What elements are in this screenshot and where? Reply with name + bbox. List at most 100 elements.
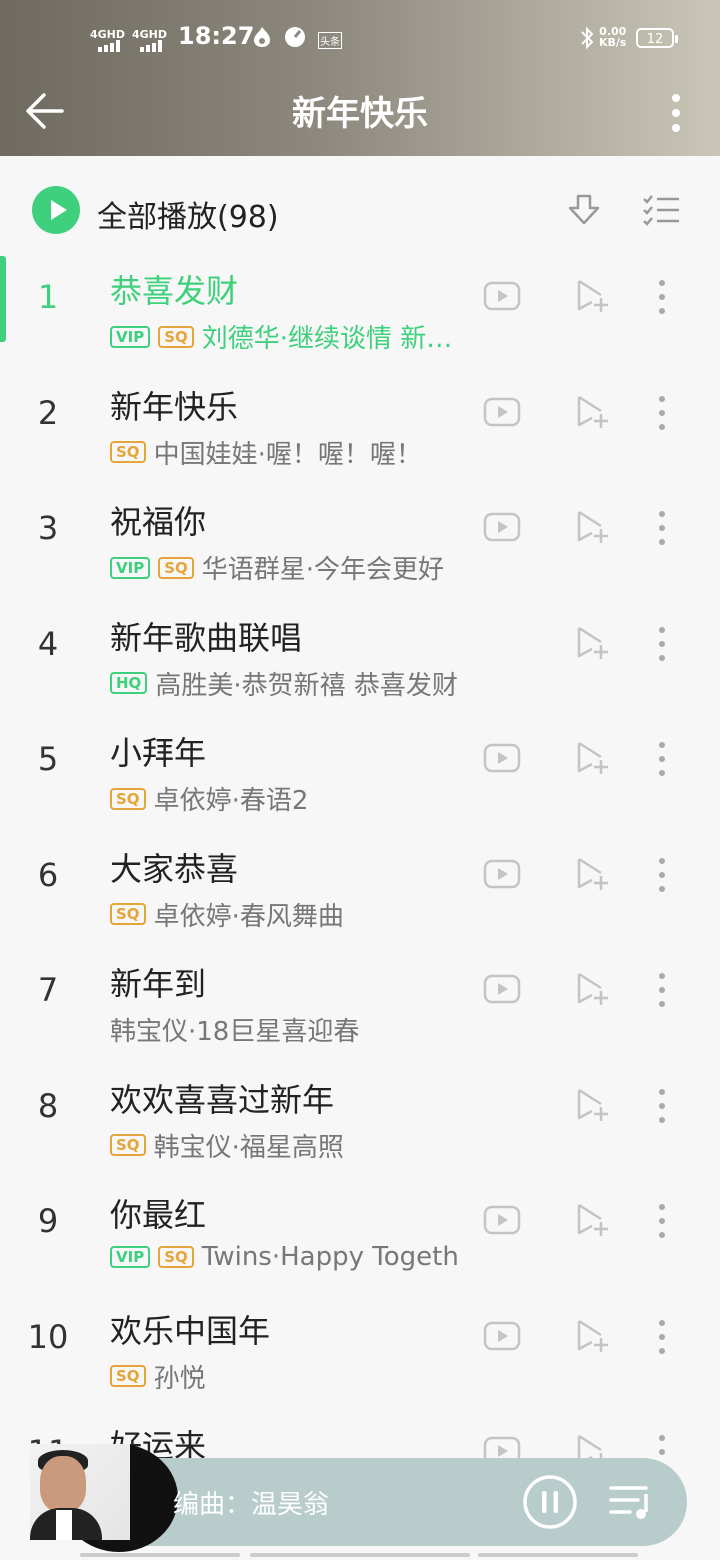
song-number: 2 xyxy=(37,393,59,432)
song-meta: SQ 韩宝仪·福星高照 xyxy=(110,1127,344,1164)
pause-icon[interactable] xyxy=(522,1474,578,1530)
play-all-button[interactable] xyxy=(32,186,80,234)
mv-play-icon[interactable] xyxy=(483,397,521,427)
battery-indicator: 12 xyxy=(636,28,678,48)
song-title: 新年歌曲联唱 xyxy=(110,618,303,657)
song-number: 1 xyxy=(37,278,59,316)
artist-album: 华语群星·今年会更好 xyxy=(201,555,445,585)
song-row[interactable]: 9 你最红 VIP SQ Twins·Happy Togeth… xyxy=(0,1180,720,1296)
header: 4GHD 4GHD 18:27 头条 0.00 KB/s 12 新年快乐 xyxy=(0,0,720,156)
download-icon[interactable] xyxy=(566,192,602,228)
add-to-playlist-icon[interactable] xyxy=(575,394,609,430)
add-to-playlist-icon[interactable] xyxy=(575,740,609,776)
song-row[interactable]: 8 欢欢喜喜过新年 SQ 韩宝仪·福星高照 xyxy=(0,1065,720,1181)
play-all-bar: 全部播放(98) xyxy=(0,156,720,256)
song-number: 8 xyxy=(37,1086,59,1125)
artist-album: 韩宝仪·福星高照 xyxy=(153,1132,344,1163)
playlist-icon[interactable] xyxy=(608,1480,654,1524)
sq-badge: SQ xyxy=(110,787,146,810)
song-row[interactable]: 4 新年歌曲联唱 HQ 高胜美·恭贺新禧 恭喜发财 [雷… xyxy=(0,603,720,719)
song-title: 恭喜发财 xyxy=(110,272,239,310)
add-to-playlist-icon[interactable] xyxy=(575,1202,609,1238)
song-row[interactable]: 2 新年快乐 SQ 中国娃娃·喔！喔！喔！ xyxy=(0,372,720,488)
now-playing-text: 编曲：温昊翁 xyxy=(173,1490,330,1520)
song-meta: VIP SQ 刘德华·继续谈情 新… xyxy=(110,318,452,355)
more-vertical-icon[interactable] xyxy=(652,1318,672,1356)
sq-badge: SQ xyxy=(110,1365,146,1387)
song-title: 你最红 xyxy=(110,1196,207,1234)
song-title: 大家恭喜 xyxy=(110,849,239,888)
speedometer-icon xyxy=(285,27,305,47)
vip-badge: VIP xyxy=(110,556,151,579)
artist-album: 孙悦 xyxy=(153,1363,206,1394)
mv-play-icon[interactable] xyxy=(483,974,521,1004)
sq-badge: SQ xyxy=(158,556,194,579)
toutiao-badge: 头条 xyxy=(318,32,342,49)
vip-badge: VIP xyxy=(110,1246,151,1268)
song-number: 9 xyxy=(37,1202,59,1240)
mv-play-icon[interactable] xyxy=(483,281,521,311)
more-vertical-icon[interactable] xyxy=(652,740,672,778)
vip-badge: VIP xyxy=(110,325,151,348)
hq-badge: HQ xyxy=(110,672,148,694)
add-to-playlist-icon[interactable] xyxy=(575,971,609,1007)
mv-play-icon[interactable] xyxy=(483,512,521,542)
song-title: 欢乐中国年 xyxy=(110,1311,271,1350)
add-to-playlist-icon[interactable] xyxy=(575,1087,609,1123)
song-title: 祝福你 xyxy=(110,503,207,541)
status-bar: 4GHD 4GHD 18:27 头条 0.00 KB/s 12 xyxy=(0,22,720,56)
artist-album: 高胜美·恭贺新禧 恭喜发财 [雷… xyxy=(155,670,460,701)
song-row[interactable]: 1 恭喜发财 VIP SQ 刘德华·继续谈情 新… xyxy=(0,256,720,372)
song-title: 欢欢喜喜过新年 xyxy=(110,1080,335,1119)
add-to-playlist-icon[interactable] xyxy=(575,509,609,545)
add-to-playlist-icon[interactable] xyxy=(575,625,609,661)
mv-play-icon[interactable] xyxy=(483,1321,521,1351)
sq-badge: SQ xyxy=(110,441,146,463)
more-vertical-icon[interactable] xyxy=(652,625,672,663)
song-title: 新年到 xyxy=(110,965,207,1003)
more-vertical-icon[interactable] xyxy=(652,1087,672,1125)
artist-album: 卓依婷·春风舞曲 xyxy=(153,901,344,932)
song-row[interactable]: 10 欢乐中国年 SQ 孙悦 xyxy=(0,1296,720,1412)
more-vertical-icon[interactable] xyxy=(664,92,688,136)
net-speed-unit: KB/s xyxy=(599,36,627,49)
song-row[interactable]: 3 祝福你 VIP SQ 华语群星·今年会更好 xyxy=(0,487,720,603)
song-meta: HQ 高胜美·恭贺新禧 恭喜发财 [雷… xyxy=(110,665,460,702)
mv-play-icon[interactable] xyxy=(483,743,521,773)
more-vertical-icon[interactable] xyxy=(652,1202,672,1240)
song-meta: SQ 孙悦 xyxy=(110,1358,206,1395)
more-vertical-icon[interactable] xyxy=(652,856,672,894)
add-to-playlist-icon[interactable] xyxy=(575,278,609,314)
more-vertical-icon[interactable] xyxy=(652,971,672,1009)
artist-album: Twins·Happy Togeth… xyxy=(201,1242,460,1272)
song-meta: SQ 中国娃娃·喔！喔！喔！ xyxy=(110,434,422,471)
sq-badge: SQ xyxy=(110,903,146,925)
play-all-label[interactable]: 全部播放(98) xyxy=(97,192,279,236)
mv-play-icon[interactable] xyxy=(483,859,521,889)
signal-bars-icon xyxy=(98,40,120,52)
more-vertical-icon[interactable] xyxy=(652,278,672,316)
song-meta: VIP SQ Twins·Happy Togeth… xyxy=(110,1242,460,1272)
song-row[interactable]: 7 新年到 韩宝仪·18巨星喜迎春 xyxy=(0,949,720,1065)
signal-bars-icon xyxy=(140,40,162,52)
song-meta: SQ 卓依婷·春语2 xyxy=(110,780,308,817)
home-indicator xyxy=(0,1550,720,1560)
add-to-playlist-icon[interactable] xyxy=(575,1318,609,1354)
multi-select-icon[interactable] xyxy=(642,194,680,226)
net-speed: 0.00 KB/s xyxy=(599,26,626,48)
song-title: 小拜年 xyxy=(110,734,207,772)
song-list: 1 恭喜发财 VIP SQ 刘德华·继续谈情 新… 2 新年快乐 SQ 中国娃娃·喔！喔！喔！ 3… xyxy=(0,256,720,1527)
more-vertical-icon[interactable] xyxy=(652,394,672,432)
song-meta: VIP SQ 华语群星·今年会更好 xyxy=(110,549,444,586)
song-number: 6 xyxy=(37,855,59,894)
artist-album: 卓依婷·春语2 xyxy=(153,786,309,816)
album-cover[interactable] xyxy=(30,1444,178,1552)
more-vertical-icon[interactable] xyxy=(652,509,672,547)
flame-icon xyxy=(254,27,270,47)
song-title: 新年快乐 xyxy=(110,387,239,426)
song-row[interactable]: 5 小拜年 SQ 卓依婷·春语2 xyxy=(0,718,720,834)
song-row[interactable]: 6 大家恭喜 SQ 卓依婷·春风舞曲 xyxy=(0,834,720,950)
add-to-playlist-icon[interactable] xyxy=(575,856,609,892)
mv-play-icon[interactable] xyxy=(483,1205,521,1235)
bluetooth-icon xyxy=(581,26,594,50)
